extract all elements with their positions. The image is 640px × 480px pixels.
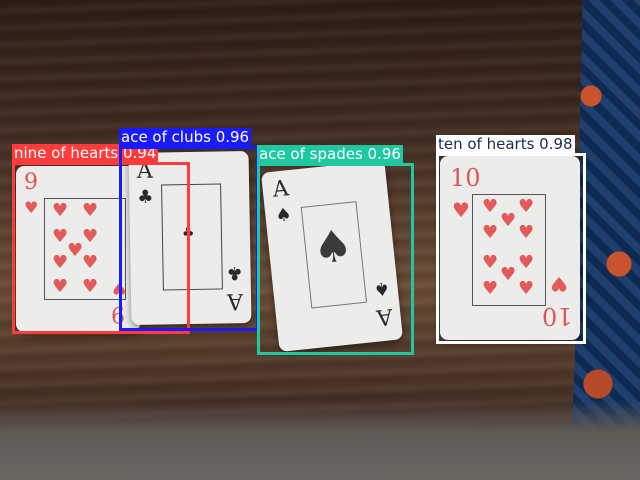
camera-frame: 9 ♥ ♥ ♥ ♥ ♥ ♥ ♥ ♥ ♥ ♥ ♥ 9 A ♣ ♣ ♣ A A ♠ … bbox=[0, 0, 640, 480]
detection-box-ten-of-hearts bbox=[436, 153, 586, 344]
detection-label-ace-of-clubs: ace of clubs 0.96 bbox=[119, 128, 252, 147]
detection-box-ace-of-clubs bbox=[119, 146, 259, 331]
floor bbox=[0, 400, 640, 480]
detection-label-ace-of-spades: ace of spades 0.96 bbox=[257, 145, 403, 164]
detection-label-ten-of-hearts: ten of hearts 0.98 bbox=[436, 135, 575, 154]
detection-box-ace-of-spades bbox=[257, 163, 414, 355]
